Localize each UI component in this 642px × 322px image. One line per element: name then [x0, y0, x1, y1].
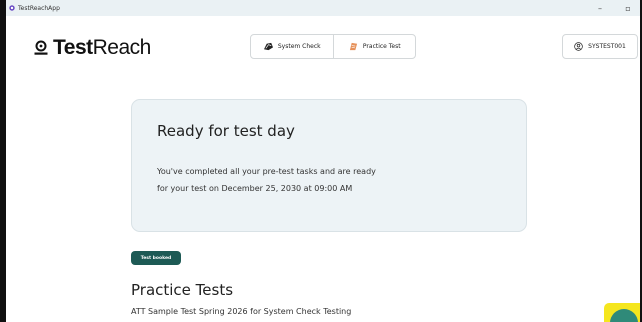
- card-body: You've completed all your pre-test tasks…: [157, 167, 376, 193]
- practice-test-label: Practice Test: [362, 43, 401, 50]
- card-title: Ready for test day: [157, 122, 295, 140]
- status-badge: Test booked: [131, 251, 181, 265]
- chat-icon: [610, 309, 638, 322]
- maximize-button[interactable]: ▫: [622, 4, 634, 13]
- practice-test-button[interactable]: Practice Test: [332, 35, 416, 58]
- minimize-button[interactable]: –: [594, 4, 606, 13]
- app-icon: [9, 5, 15, 11]
- system-check-button[interactable]: System Check: [251, 35, 333, 58]
- logo-bold: Test: [53, 36, 93, 59]
- user-icon: [574, 42, 583, 51]
- window-titlebar: TestReachApp – ▫: [6, 0, 640, 16]
- nav-group: System Check Practice Test: [250, 34, 416, 59]
- logo: Test Reach: [33, 36, 151, 60]
- logo-icon: [34, 40, 48, 55]
- window-controls: – ▫: [594, 0, 634, 16]
- practice-tests-title: Practice Tests: [131, 281, 234, 299]
- app-header: Test Reach System Check Practice Test SYS…: [6, 16, 640, 78]
- chat-button[interactable]: [604, 303, 640, 322]
- window-title: TestReachApp: [18, 4, 60, 12]
- system-check-icon: [263, 42, 273, 51]
- ready-card: Ready for test day You've completed all …: [131, 99, 527, 232]
- logo-light: Reach: [92, 36, 152, 59]
- user-menu-button[interactable]: SYSTEST001: [562, 34, 638, 59]
- practice-test-icon: [349, 42, 358, 51]
- system-check-label: System Check: [277, 43, 321, 50]
- practice-test-item[interactable]: ATT Sample Test Spring 2026 for System C…: [131, 307, 351, 316]
- user-name: SYSTEST001: [588, 43, 626, 50]
